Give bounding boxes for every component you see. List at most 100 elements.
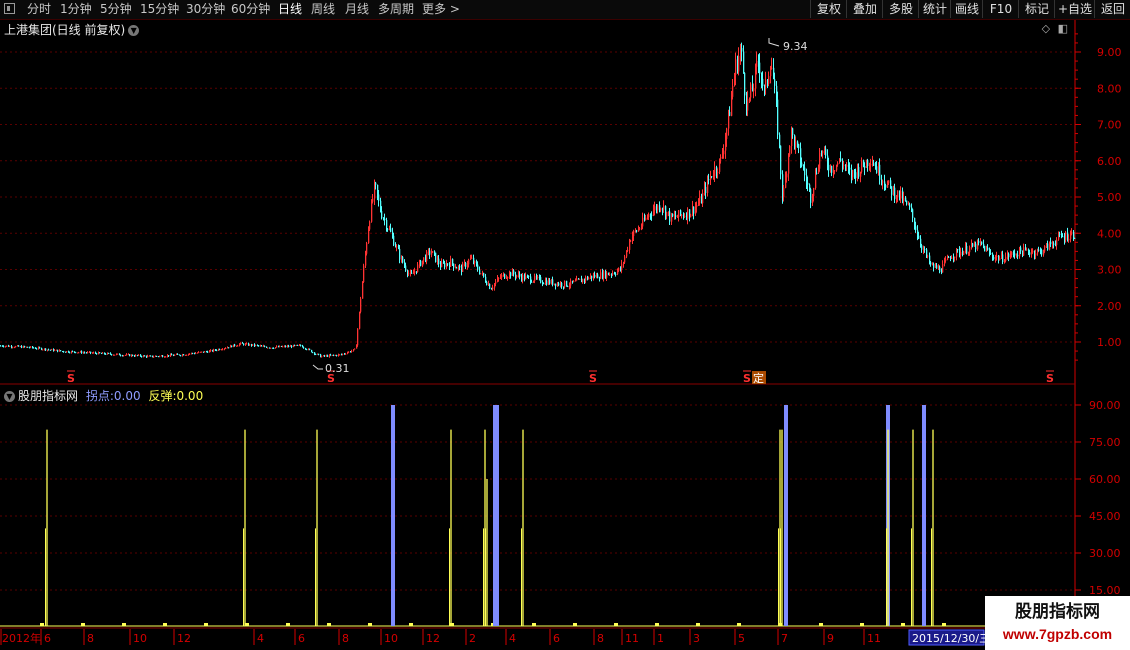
period-fenshi[interactable]: 分时 (27, 2, 51, 17)
candle-body (5, 346, 7, 348)
candle-body (66, 351, 68, 353)
period-monthly[interactable]: 月线 (345, 2, 369, 17)
candle-body (828, 164, 830, 171)
candle-body (585, 277, 587, 281)
candle-body (308, 348, 310, 350)
candle-body (32, 346, 34, 348)
candle-body (921, 245, 923, 250)
candle-body (324, 355, 326, 357)
mark-button[interactable]: 标记 (1018, 0, 1055, 18)
candle-body (752, 84, 754, 92)
date-label: 6 (298, 632, 305, 645)
panel-toggle-icon[interactable]: ◧ (1058, 22, 1068, 35)
candle-body (90, 351, 92, 354)
candle-body (680, 210, 682, 215)
menu-icon[interactable] (4, 3, 15, 14)
date-label: 12 (426, 632, 440, 645)
period-daily[interactable]: 日线 (278, 2, 302, 17)
candle-body (473, 257, 475, 264)
period-15min[interactable]: 15分钟 (140, 2, 179, 17)
candle-body (30, 346, 32, 348)
chevron-down-icon[interactable]: ▼ (4, 391, 15, 402)
price-tick-label: 9.00 (1097, 46, 1122, 59)
candle-body (563, 286, 565, 288)
candle-body (740, 48, 742, 57)
candle-body (80, 351, 82, 353)
candle-body (291, 345, 293, 348)
period-5min[interactable]: 5分钟 (100, 2, 132, 17)
candle-body (723, 150, 725, 155)
period-multi[interactable]: 多周期 (378, 2, 414, 17)
candle-body (393, 235, 395, 246)
candle-body (786, 173, 788, 178)
candle-body (855, 172, 857, 179)
candle-body (462, 263, 464, 272)
candle-body (543, 283, 545, 285)
candle-body (330, 354, 332, 356)
overlay-button[interactable]: 叠加 (846, 0, 883, 18)
period-weekly[interactable]: 周线 (311, 2, 335, 17)
candle-body (153, 356, 155, 358)
candle-body (1005, 256, 1007, 262)
date-label: 1 (657, 632, 664, 645)
candle-body (692, 206, 694, 215)
watermark-url: www.7gpzb.com (1002, 626, 1113, 642)
candle-body (891, 186, 893, 195)
candle-body (758, 60, 760, 63)
diamond-icon[interactable]: ◇ (1042, 22, 1050, 35)
date-label: 8 (87, 632, 94, 645)
statistics-button[interactable]: 统计 (918, 0, 951, 18)
indicator-tick-label: 30.00 (1089, 547, 1121, 560)
candle-body (866, 160, 868, 169)
indicator-tick-label: 75.00 (1089, 436, 1121, 449)
candle-body (128, 354, 130, 356)
candle-body (632, 236, 634, 241)
candle-body (1022, 251, 1024, 256)
add-watchlist-button[interactable]: +自选 (1054, 0, 1095, 18)
candle-body (236, 345, 238, 347)
candle-body (881, 179, 883, 183)
period-1min[interactable]: 1分钟 (60, 2, 92, 17)
candle-body (413, 273, 415, 275)
candle-body (929, 255, 931, 263)
candle-body (428, 250, 430, 252)
multi-stock-button[interactable]: 多股 (882, 0, 919, 18)
candle-body (696, 205, 698, 207)
draw-line-button[interactable]: 画线 (950, 0, 983, 18)
candle-body (863, 160, 865, 166)
candle-body (587, 277, 589, 280)
candle-body (914, 217, 916, 227)
back-button[interactable]: 返回 (1094, 0, 1130, 18)
candle-body (857, 167, 859, 179)
period-30min[interactable]: 30分钟 (186, 2, 225, 17)
candle-body (890, 180, 892, 187)
period-more[interactable]: 更多 > (422, 2, 460, 17)
candle-body (759, 62, 761, 74)
candle-body (24, 346, 26, 348)
candle-body (698, 203, 700, 206)
candle-body (1043, 251, 1045, 255)
adjust-button[interactable]: 复权 (810, 0, 847, 18)
candle-body (378, 194, 380, 201)
candle-body (513, 270, 515, 275)
candle-body (756, 60, 758, 67)
candle-body (999, 258, 1001, 261)
candle-body (657, 205, 659, 211)
candle-body (69, 352, 71, 354)
candle-body (176, 353, 178, 355)
candle-body (746, 95, 748, 111)
period-60min[interactable]: 60分钟 (231, 2, 270, 17)
f10-button[interactable]: F10 (982, 0, 1019, 18)
candle-body (84, 352, 86, 354)
candle-body (908, 204, 910, 206)
candle-body (1055, 245, 1057, 247)
candle-body (354, 348, 356, 350)
candle-body (966, 246, 968, 254)
chevron-down-icon[interactable]: ▼ (128, 25, 140, 36)
candle-body (905, 197, 907, 201)
candle-body (579, 278, 581, 280)
fixed-marker-box (752, 371, 766, 384)
candle-body (872, 163, 874, 165)
candle-body (497, 278, 499, 282)
candle-body (776, 85, 778, 100)
